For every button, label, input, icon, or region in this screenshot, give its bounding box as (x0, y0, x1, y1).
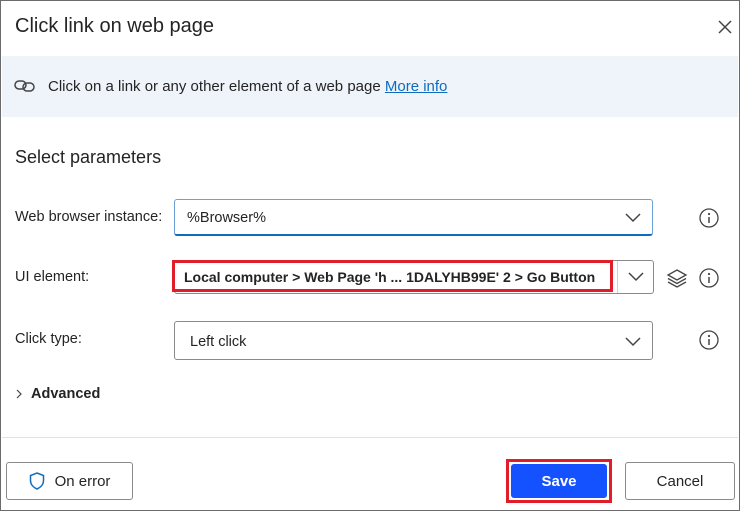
info-icon[interactable] (699, 330, 719, 350)
dropdown-divider (617, 261, 618, 293)
info-icon[interactable] (699, 208, 719, 228)
click-type-label: Click type: (15, 331, 82, 347)
chevron-down-icon (625, 337, 641, 347)
save-button[interactable]: Save (511, 464, 607, 498)
link-icon (14, 80, 35, 92)
layers-icon[interactable] (666, 267, 688, 289)
banner-text: Click on a link or any other element of … (48, 78, 447, 95)
ui-element-dropdown[interactable]: Local computer > Web Page 'h ... 1DALYHB… (172, 260, 654, 294)
on-error-button[interactable]: On error (6, 462, 133, 500)
on-error-label: On error (54, 472, 111, 490)
advanced-toggle[interactable]: Advanced (15, 386, 100, 402)
advanced-label: Advanced (31, 386, 101, 402)
chevron-down-icon[interactable] (627, 270, 645, 282)
banner-description: Click on a link or any other element of … (48, 78, 381, 95)
browser-instance-value: %Browser% (187, 210, 266, 226)
ui-element-value: Local computer > Web Page 'h ... 1DALYHB… (184, 269, 596, 285)
section-title: Select parameters (15, 147, 162, 167)
ui-element-highlight: Local computer > Web Page 'h ... 1DALYHB… (172, 260, 613, 292)
chevron-down-icon (625, 213, 641, 223)
close-icon[interactable] (713, 15, 737, 39)
click-type-value: Left click (190, 334, 247, 350)
browser-instance-label: Web browser instance: (15, 209, 163, 225)
chevron-right-icon (16, 389, 22, 399)
ui-element-label: UI element: (15, 269, 90, 285)
shield-icon (29, 472, 44, 490)
click-link-dialog: Click link on web page Click on a link o… (0, 0, 740, 511)
info-banner: Click on a link or any other element of … (2, 56, 738, 117)
more-info-link[interactable]: More info (385, 78, 448, 95)
click-type-dropdown[interactable]: Left click (174, 321, 653, 360)
info-icon[interactable] (699, 268, 719, 288)
browser-instance-dropdown[interactable]: %Browser% (174, 199, 653, 236)
dialog-title: Click link on web page (15, 15, 214, 37)
cancel-button[interactable]: Cancel (625, 462, 735, 500)
footer-divider (2, 437, 738, 438)
